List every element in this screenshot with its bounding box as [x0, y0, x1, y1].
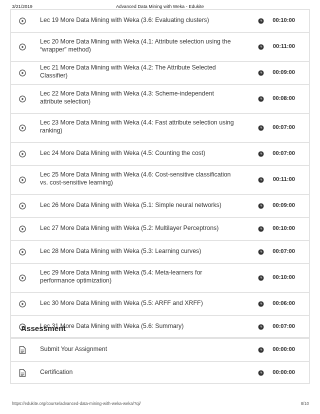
play-circle-icon — [19, 17, 26, 25]
lesson-row[interactable]: Lec 28 More Data Mining with Weka (5.3: … — [10, 240, 310, 263]
lesson-title: Lec 20 More Data Mining with Weka (4.1: … — [40, 38, 231, 54]
page-number: 8/10 — [300, 401, 309, 406]
lesson-row[interactable]: Lec 21 More Data Mining with Weka (4.2: … — [10, 61, 310, 84]
lesson-duration: 00:07:00 — [272, 125, 295, 131]
lesson-duration: 00:07:00 — [272, 323, 295, 330]
play-circle-icon — [19, 274, 26, 282]
lesson-title: Lec 25 More Data Mining with Weka (4.6: … — [40, 171, 231, 187]
clock-icon — [258, 275, 264, 281]
clock-icon — [258, 323, 264, 330]
lesson-row[interactable]: Lec 30 More Data Mining with Weka (5.5: … — [10, 292, 310, 315]
lesson-row[interactable]: Lec 24 More Data Mining with Weka (4.5: … — [10, 142, 310, 165]
lesson-row[interactable]: Lec 26 More Data Mining with Weka (5.1: … — [10, 194, 310, 217]
assessment-row-submit[interactable]: Submit Your Assignment 00:00:00 — [10, 338, 310, 361]
assessment-duration: 00:00:00 — [272, 369, 295, 376]
play-circle-icon — [19, 150, 26, 158]
document-icon — [19, 368, 26, 377]
lesson-duration: 00:08:00 — [272, 96, 295, 102]
lesson-duration: 00:10:00 — [272, 275, 295, 281]
lesson-title: Lec 22 More Data Mining with Weka (4.3: … — [40, 90, 214, 106]
play-circle-icon — [19, 95, 26, 103]
lesson-title: Lec 24 More Data Mining with Weka (4.5: … — [40, 149, 206, 157]
clock-icon — [258, 249, 264, 255]
lesson-duration: 00:07:00 — [272, 151, 295, 157]
assessment-list: Submit Your Assignment 00:00:00 Certific… — [10, 338, 310, 384]
lesson-duration: 00:09:00 — [272, 203, 295, 209]
lesson-title: Lec 29 More Data Mining with Weka (5.4: … — [40, 269, 203, 285]
clock-icon — [258, 226, 264, 232]
lesson-row[interactable]: Lec 19 More Data Mining with Weka (3.6: … — [10, 9, 310, 32]
clock-icon — [258, 44, 264, 50]
play-circle-icon — [19, 202, 26, 210]
assessment-heading: Assessment — [21, 324, 66, 333]
lesson-row[interactable]: Lec 29 More Data Mining with Weka (5.4: … — [10, 263, 310, 292]
clock-icon — [258, 96, 264, 102]
lesson-title: Lec 30 More Data Mining with Weka (5.5: … — [40, 299, 203, 307]
lesson-duration: 00:10:00 — [272, 226, 295, 232]
print-footer: https://edukite.org/course/advanced-data… — [0, 401, 320, 409]
lesson-title: Lec 23 More Data Mining with Weka (4.4: … — [40, 119, 234, 135]
lesson-title: Lec 21 More Data Mining with Weka (4.2: … — [40, 64, 216, 80]
clock-icon — [258, 301, 264, 307]
lesson-duration: 00:11:00 — [272, 177, 295, 183]
lesson-duration: 00:11:00 — [272, 44, 295, 50]
lesson-duration: 00:06:00 — [272, 301, 295, 307]
clock-icon — [258, 18, 264, 24]
lesson-row[interactable]: Lec 25 More Data Mining with Weka (4.6: … — [10, 165, 310, 194]
play-circle-icon — [19, 69, 26, 77]
lesson-title: Lec 26 More Data Mining with Weka (5.1: … — [40, 201, 222, 209]
lesson-duration: 00:09:00 — [272, 70, 295, 76]
assessment-duration: 00:00:00 — [272, 347, 295, 353]
assessment-title: Certification — [40, 368, 73, 376]
clock-icon — [258, 177, 264, 183]
clock-icon — [258, 369, 264, 376]
lesson-row[interactable]: Lec 20 More Data Mining with Weka (4.1: … — [10, 32, 310, 61]
clock-icon — [258, 125, 264, 131]
play-circle-icon — [19, 124, 26, 132]
lesson-title: Lec 31 More Data Mining with Weka (5.6: … — [40, 322, 184, 330]
lesson-title: Lec 27 More Data Mining with Weka (5.2: … — [40, 224, 219, 232]
page-url: https://edukite.org/course/advanced-data… — [12, 401, 141, 406]
document-icon — [19, 346, 26, 354]
clock-icon — [258, 347, 264, 353]
clock-icon — [258, 70, 264, 76]
lesson-row[interactable]: Lec 22 More Data Mining with Weka (4.3: … — [10, 84, 310, 113]
play-circle-icon — [19, 176, 26, 184]
lesson-duration: 00:07:00 — [272, 249, 295, 255]
lesson-row[interactable]: Lec 27 More Data Mining with Weka (5.2: … — [10, 217, 310, 240]
clock-icon — [258, 203, 264, 209]
play-circle-icon — [19, 300, 26, 308]
lesson-duration: 00:10:00 — [272, 18, 295, 24]
assessment-title: Submit Your Assignment — [40, 345, 108, 353]
assessment-row-certification[interactable]: Certification 00:00:00 — [10, 361, 310, 384]
lesson-title: Lec 28 More Data Mining with Weka (5.3: … — [40, 247, 202, 255]
play-circle-icon — [19, 43, 26, 51]
play-circle-icon — [19, 225, 26, 233]
lesson-title: Lec 19 More Data Mining with Weka (3.6: … — [40, 16, 210, 24]
lesson-row[interactable]: Lec 23 More Data Mining with Weka (4.4: … — [10, 113, 310, 142]
curriculum-list: Lec 19 More Data Mining with Weka (3.6: … — [10, 9, 310, 338]
clock-icon — [258, 151, 264, 157]
play-circle-icon — [19, 248, 26, 256]
